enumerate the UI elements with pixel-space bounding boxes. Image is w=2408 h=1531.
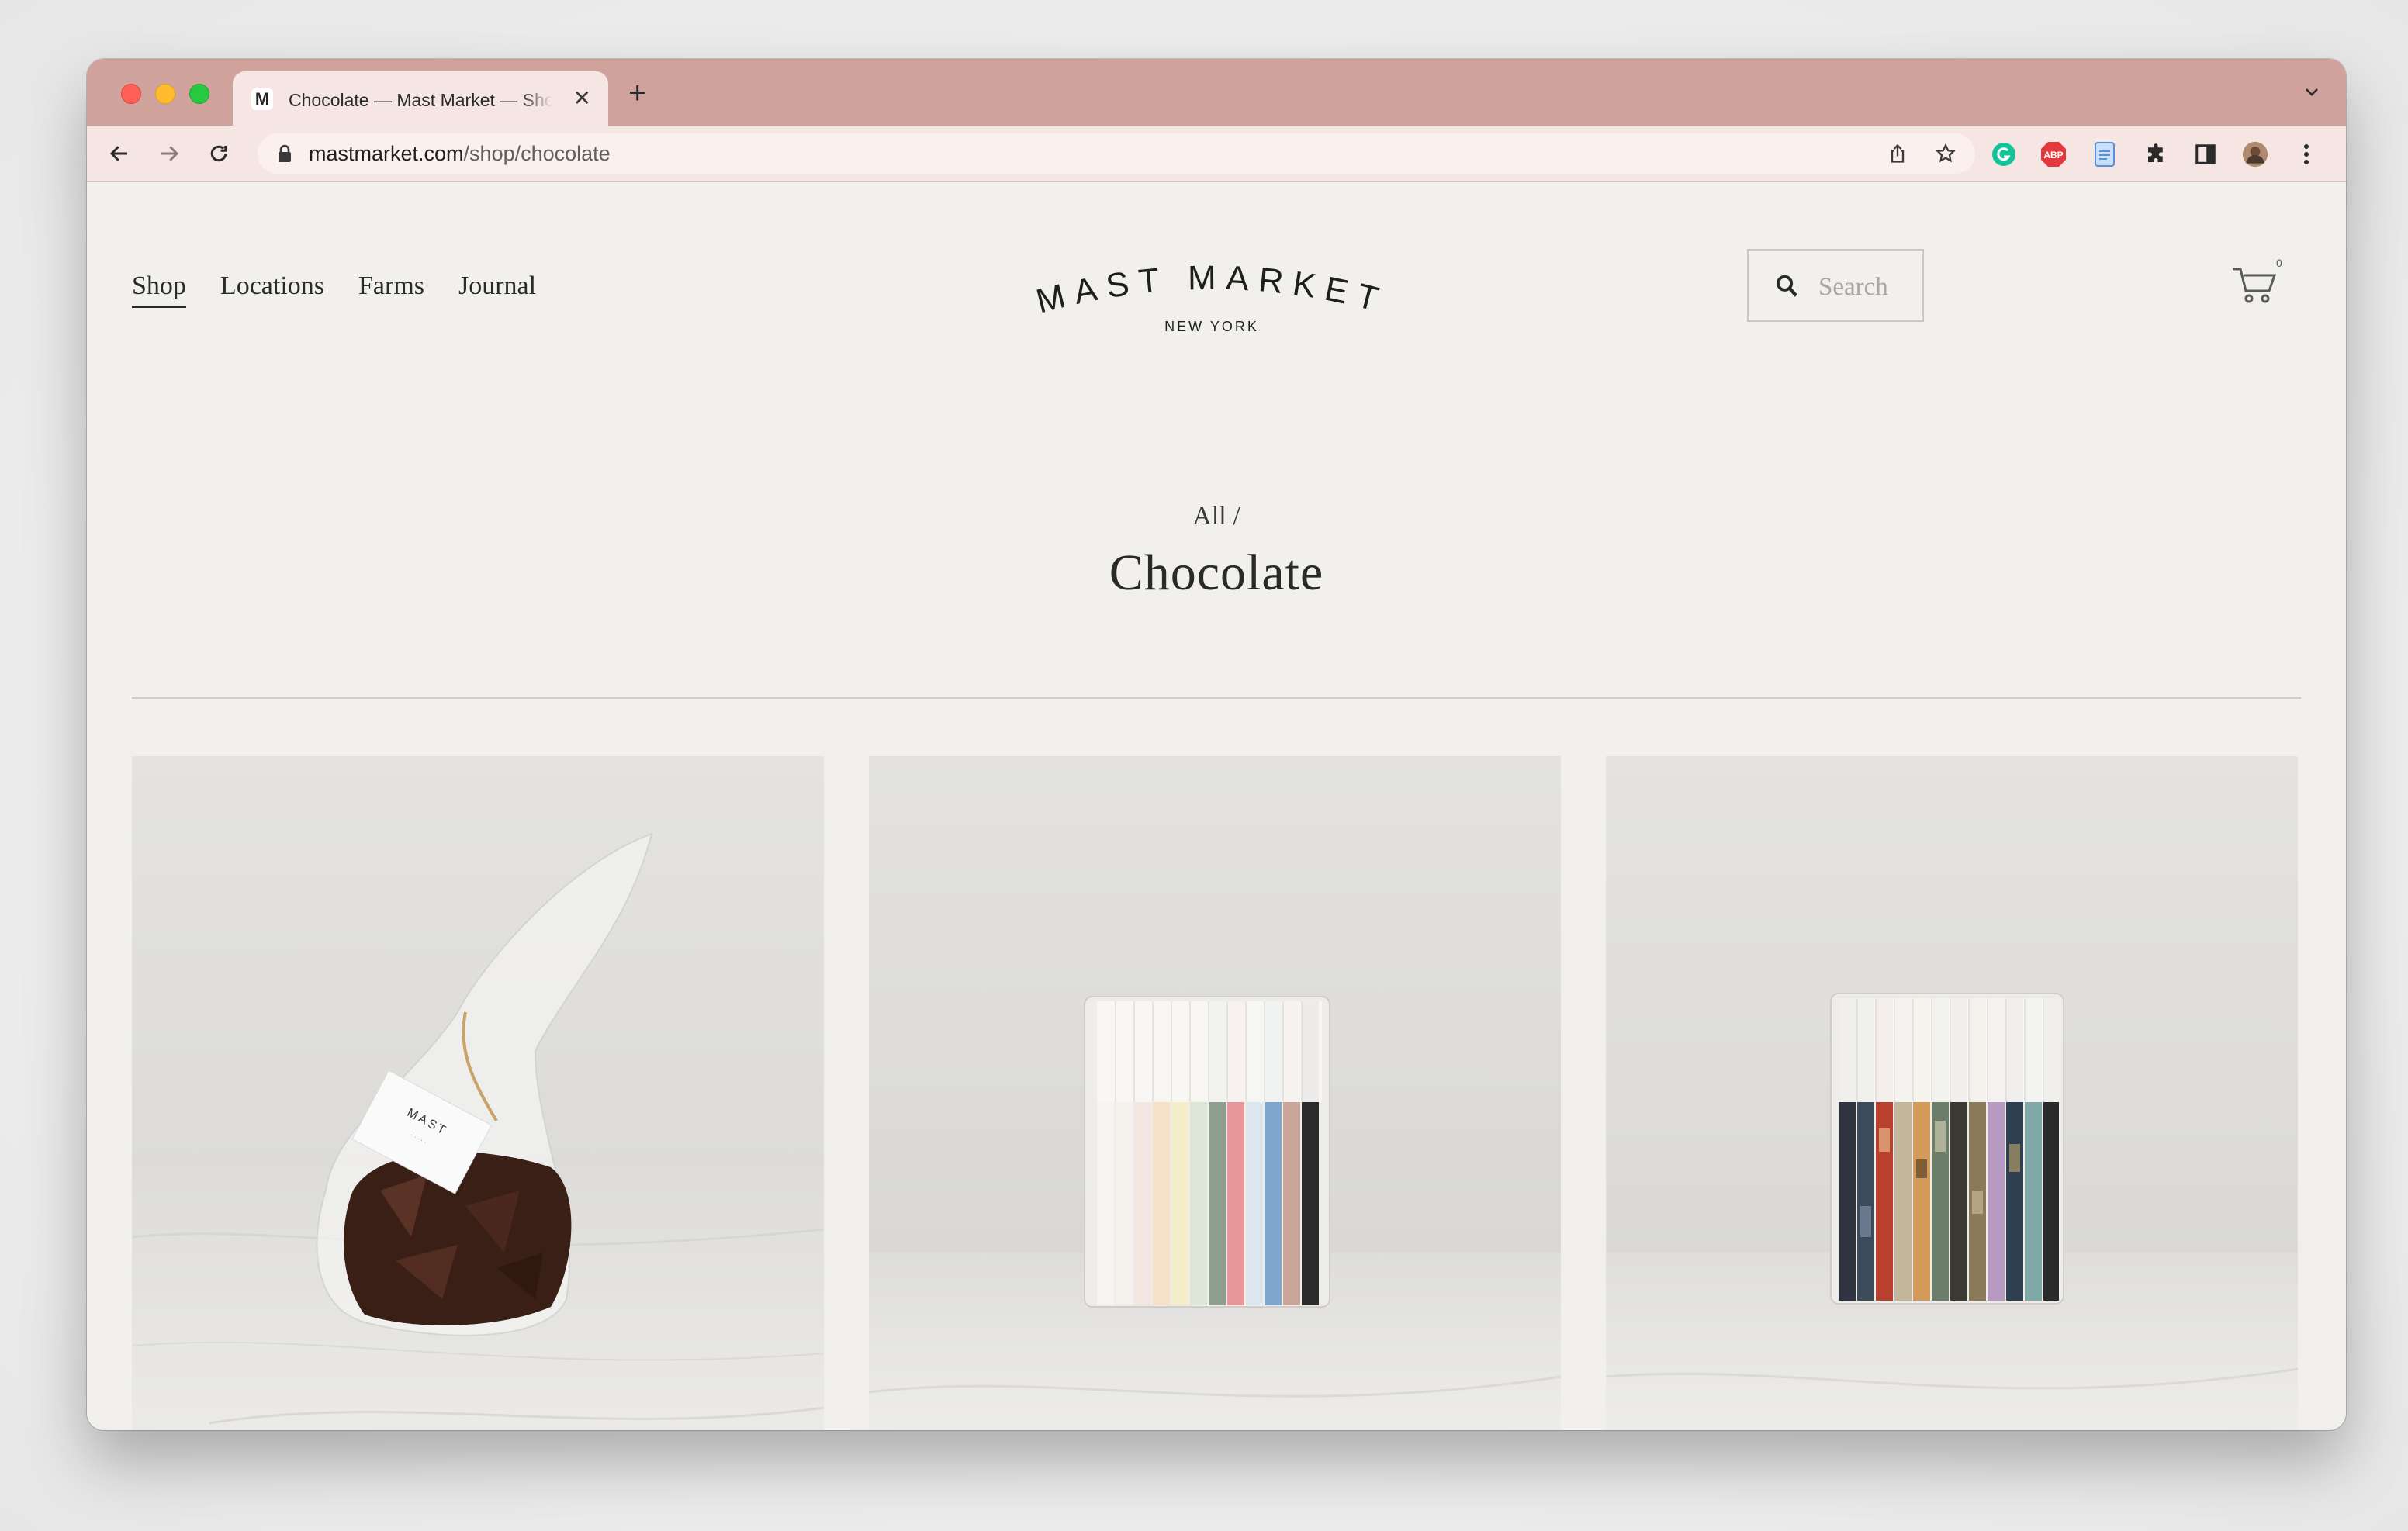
main-nav: Shop Locations Farms Journal: [132, 271, 536, 308]
nav-locations[interactable]: Locations: [220, 271, 324, 302]
search-input[interactable]: [1817, 269, 1918, 305]
product-image-patterned-set: [1606, 756, 2298, 1430]
product-card-pastel-set[interactable]: [869, 756, 1561, 1430]
reload-icon[interactable]: [203, 138, 234, 169]
nav-farms[interactable]: Farms: [358, 271, 424, 302]
site-logo[interactable]: MAST MARKET NEW YORK: [1033, 243, 1390, 336]
close-window-button[interactable]: [121, 84, 141, 104]
url-text[interactable]: mastmarket.com/shop/chocolate: [309, 143, 611, 164]
svg-text:MAST MARKET: MAST MARKET: [1033, 259, 1390, 321]
lock-icon[interactable]: [278, 144, 292, 167]
forward-icon[interactable]: [154, 138, 185, 169]
product-card-bark[interactable]: MAST · · · · ·: [132, 756, 824, 1430]
page-content: Shop Locations Farms Journal MAST MARKET…: [87, 182, 2346, 1430]
search-box[interactable]: [1747, 249, 1924, 322]
browser-window: M Chocolate — Mast Market — Shop ✕ + mas…: [87, 59, 2346, 1430]
document-extension-icon[interactable]: [2091, 141, 2118, 168]
divider: [132, 697, 2301, 699]
tab-active[interactable]: M Chocolate — Mast Market — Shop ✕: [233, 71, 608, 126]
product-card-patterned-set[interactable]: [1606, 756, 2298, 1430]
breadcrumb-all-link[interactable]: All /: [1192, 502, 1240, 530]
svg-text:ABP: ABP: [2043, 150, 2063, 161]
nav-journal[interactable]: Journal: [458, 271, 536, 302]
browser-toolbar: mastmarket.com/shop/chocolate ABP: [87, 126, 2346, 182]
back-icon[interactable]: [104, 138, 135, 169]
adblock-extension-icon[interactable]: ABP: [2040, 141, 2067, 168]
url-path: /shop/chocolate: [463, 142, 611, 165]
extensions-puzzle-icon[interactable]: [2143, 141, 2169, 168]
window-controls: [121, 84, 209, 104]
tab-close-icon[interactable]: ✕: [573, 87, 591, 110]
breadcrumb: All /: [87, 502, 2346, 531]
browser-menu-icon[interactable]: [2293, 141, 2320, 168]
product-image-pastel-set: [869, 756, 1561, 1430]
nav-shop[interactable]: Shop: [132, 271, 186, 308]
side-panel-icon[interactable]: [2192, 141, 2219, 168]
minimize-window-button[interactable]: [155, 84, 175, 104]
tab-title: Chocolate — Mast Market — Shop: [289, 90, 552, 110]
search-icon: [1775, 274, 1798, 302]
page-title: Chocolate: [1109, 544, 1324, 601]
zoom-window-button[interactable]: [189, 84, 209, 104]
address-bar[interactable]: mastmarket.com/shop/chocolate: [258, 133, 1975, 174]
favicon-icon: M: [251, 88, 273, 110]
tab-strip: M Chocolate — Mast Market — Shop ✕ +: [87, 59, 2346, 126]
share-icon[interactable]: [1887, 143, 1908, 168]
logo-wordmark: MAST MARKET: [1033, 259, 1382, 321]
profile-avatar[interactable]: [2242, 141, 2268, 168]
product-image-bark: MAST · · · · ·: [132, 756, 824, 1430]
tab-search-icon[interactable]: [2302, 82, 2321, 105]
grammarly-extension-icon[interactable]: [1991, 141, 2017, 168]
new-tab-icon[interactable]: +: [628, 78, 646, 109]
logo-subtitle: NEW YORK: [1164, 319, 1259, 334]
url-domain: mastmarket.com: [309, 142, 464, 165]
cart-icon[interactable]: [2231, 263, 2278, 309]
cart-count-badge: 0: [2276, 257, 2282, 269]
bookmark-star-icon[interactable]: [1935, 143, 1956, 168]
